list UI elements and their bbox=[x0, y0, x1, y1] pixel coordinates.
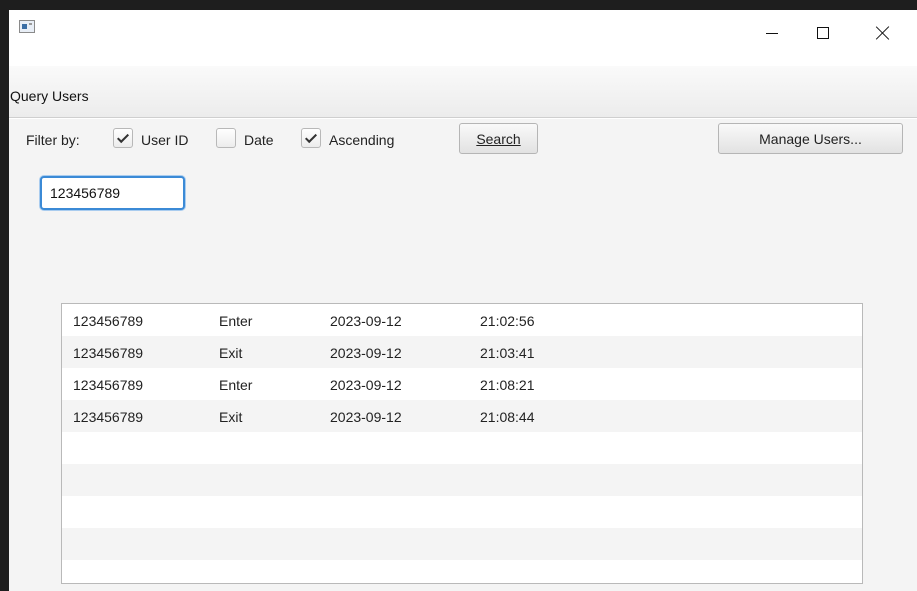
time-cell: 21:03:41 bbox=[480, 345, 535, 361]
user-id-search-input[interactable] bbox=[50, 185, 176, 201]
date-cell: 2023-09-12 bbox=[330, 409, 402, 425]
user-id-cell: 123456789 bbox=[73, 409, 144, 425]
time-cell: 21:02:56 bbox=[480, 313, 535, 329]
user-id-cell: 123456789 bbox=[73, 377, 144, 393]
list-item[interactable] bbox=[62, 464, 862, 496]
close-button[interactable] bbox=[860, 10, 906, 56]
checkmark-icon bbox=[304, 130, 318, 143]
list-item[interactable]: 123456789 Enter 2023-09-12 21:08:21 bbox=[62, 368, 862, 400]
minimize-button[interactable] bbox=[749, 10, 795, 56]
close-icon bbox=[876, 26, 890, 40]
action-cell: Enter bbox=[219, 313, 253, 329]
user-id-checkbox-label[interactable]: User ID bbox=[141, 132, 188, 148]
date-cell: 2023-09-12 bbox=[330, 345, 402, 361]
maximize-button[interactable] bbox=[800, 10, 846, 56]
ascending-checkbox-label[interactable]: Ascending bbox=[329, 132, 394, 148]
checkmark-icon bbox=[116, 130, 130, 143]
search-button-label: Search bbox=[476, 130, 521, 147]
query-input-frame[interactable] bbox=[40, 176, 185, 210]
results-list[interactable]: 123456789 Enter 2023-09-12 21:02:56 12345678… bbox=[61, 303, 863, 584]
list-item[interactable] bbox=[62, 528, 862, 560]
time-cell: 21:08:44 bbox=[480, 409, 535, 425]
window-left-border bbox=[0, 0, 9, 591]
date-cell: 2023-09-12 bbox=[330, 313, 402, 329]
minimize-icon bbox=[766, 32, 778, 34]
list-item[interactable] bbox=[62, 432, 862, 464]
date-checkbox-label[interactable]: Date bbox=[244, 132, 274, 148]
app-window-icon bbox=[19, 20, 35, 33]
user-id-checkbox[interactable] bbox=[113, 128, 133, 148]
user-id-cell: 123456789 bbox=[73, 345, 144, 361]
manage-users-button-label: Manage Users... bbox=[759, 130, 862, 147]
list-item[interactable] bbox=[62, 496, 862, 528]
date-checkbox[interactable] bbox=[216, 128, 236, 148]
date-cell: 2023-09-12 bbox=[330, 377, 402, 393]
time-cell: 21:08:21 bbox=[480, 377, 535, 393]
window-top-border bbox=[0, 0, 917, 10]
user-id-cell: 123456789 bbox=[73, 313, 144, 329]
list-item[interactable]: 123456789 Enter 2023-09-12 21:02:56 bbox=[62, 304, 862, 336]
query-users-window: Query Users Filter by: User ID Date Asce… bbox=[0, 0, 917, 591]
list-item[interactable] bbox=[62, 560, 862, 583]
search-button[interactable]: Search bbox=[459, 123, 538, 154]
maximize-icon bbox=[817, 27, 829, 39]
list-item[interactable]: 123456789 Exit 2023-09-12 21:03:41 bbox=[62, 336, 862, 368]
filter-label: Filter by: bbox=[26, 132, 80, 148]
list-item[interactable]: 123456789 Exit 2023-09-12 21:08:44 bbox=[62, 400, 862, 432]
action-cell: Enter bbox=[219, 377, 253, 393]
menu-query-users[interactable]: Query Users bbox=[10, 88, 89, 104]
action-cell: Exit bbox=[219, 409, 243, 425]
ascending-checkbox[interactable] bbox=[301, 128, 321, 148]
menu-bar: Query Users bbox=[9, 66, 917, 118]
manage-users-button[interactable]: Manage Users... bbox=[718, 123, 903, 154]
action-cell: Exit bbox=[219, 345, 243, 361]
